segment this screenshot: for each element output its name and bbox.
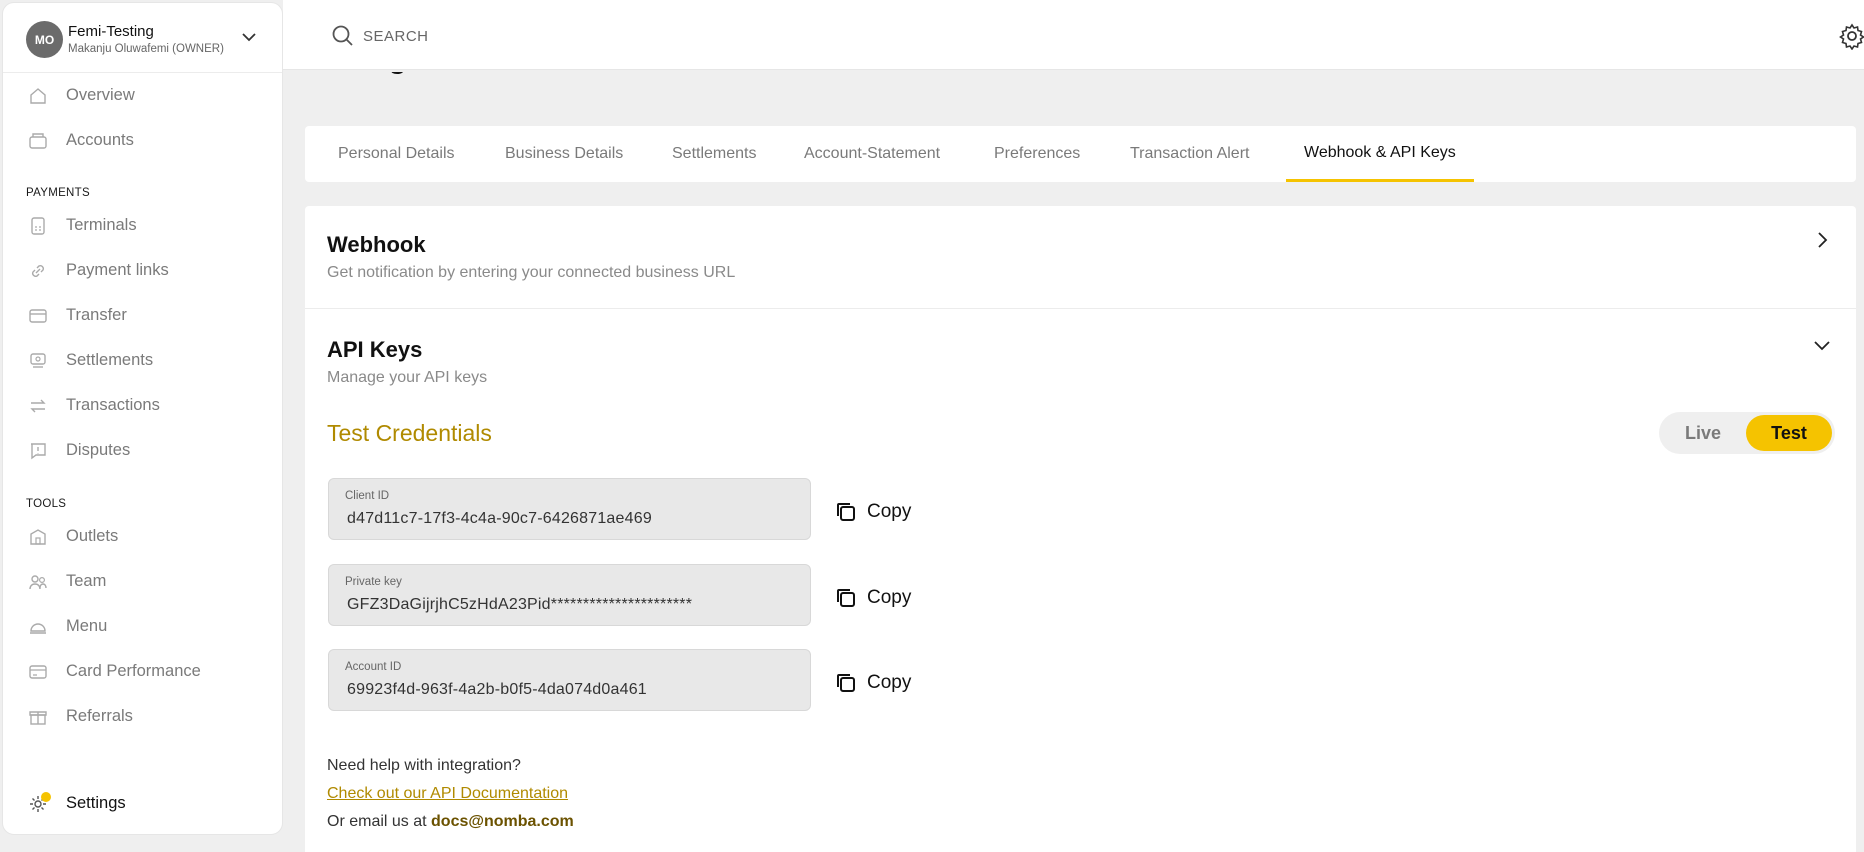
card-icon [29,665,47,679]
sidebar-item-label: Accounts [66,130,134,149]
field-value: GFZ3DaGijrjhC5zHdA23Pid*****************… [347,596,693,613]
sidebar-item-team[interactable]: Team [3,561,282,601]
tab-account-statement[interactable]: Account-Statement [786,126,958,182]
sidebar-item-label: Team [66,571,107,590]
sidebar-item-label: Settings [66,793,126,812]
webhook-title[interactable]: Webhook [327,232,426,258]
client-id-field[interactable]: Client ID d47d11c7-17f3-4c4a-90c7-642687… [328,478,811,540]
transfer-icon [29,309,47,323]
tab-business-details[interactable]: Business Details [487,126,641,182]
sidebar-item-overview[interactable]: Overview [3,75,282,115]
webhook-subtitle: Get notification by entering your connec… [327,264,736,281]
tab-transaction-alert[interactable]: Transaction Alert [1112,126,1267,182]
sidebar-item-accounts[interactable]: Accounts [3,120,282,160]
settings-tabs: Personal Details Business Details Settle… [305,126,1856,182]
team-icon [29,575,47,590]
copy-label: Copy [867,501,912,522]
settings-panel: Webhook Get notification by entering you… [305,206,1856,852]
sidebar-item-label: Disputes [66,440,131,459]
org-switcher[interactable]: MO Femi-Testing Makanju Oluwafemi (OWNER… [3,3,282,73]
sidebar-item-card-performance[interactable]: Card Performance [3,651,282,691]
help-question: Need help with integration? [327,757,521,774]
home-icon [30,88,46,104]
avatar: MO [26,21,63,58]
sidebar-item-transactions[interactable]: Transactions [3,385,282,425]
sidebar-item-label: Settlements [66,350,154,369]
field-label: Private key [345,576,402,588]
api-documentation-link[interactable]: Check out our API Documentation [327,785,568,803]
field-value: d47d11c7-17f3-4c4a-90c7-6426871ae469 [347,510,652,527]
wallet-icon [29,133,47,149]
copy-account-id-button[interactable]: Copy [835,668,911,698]
menu-icon [30,623,46,634]
tab-settlements[interactable]: Settlements [654,126,774,182]
sidebar-item-label: Overview [66,85,135,104]
sidebar-item-disputes[interactable]: Disputes [3,430,282,470]
sidebar-item-settings[interactable]: Settings [3,783,282,823]
field-label: Account ID [345,661,402,673]
tab-preferences[interactable]: Preferences [976,126,1098,182]
sidebar-item-label: Transactions [66,395,160,414]
field-value: 69923f4d-963f-4a2b-b0f5-4da074d0a461 [347,681,647,698]
terminal-icon [31,217,45,235]
copy-icon [837,589,855,607]
payments-heading: PAYMENTS [26,187,90,199]
sidebar-item-label: Terminals [66,215,137,234]
api-keys-title[interactable]: API Keys [327,337,422,363]
tab-personal-details[interactable]: Personal Details [320,126,473,182]
help-email-line: Or email us at docs@nomba.com [327,813,574,831]
copy-label: Copy [867,672,912,693]
sidebar-item-settlements[interactable]: Settlements [3,340,282,380]
sidebar-item-outlets[interactable]: Outlets [3,516,282,556]
email-prefix: Or email us at [327,813,432,830]
top-bar-content [283,0,1864,70]
gift-icon [29,711,47,725]
sidebar-item-menu[interactable]: Menu [3,606,282,646]
divider [305,308,1856,309]
gear-icon[interactable] [1838,22,1864,50]
credentials-title: Test Credentials [327,420,492,446]
copy-label: Copy [867,587,912,608]
notification-dot [41,792,51,802]
chevron-right-icon[interactable] [1810,228,1834,252]
sidebar-item-label: Outlets [66,526,119,545]
sidebar-item-payment-links[interactable]: Payment links [3,250,282,290]
account-id-field[interactable]: Account ID 69923f4d-963f-4a2b-b0f5-4da07… [328,649,811,711]
search-input[interactable] [363,22,763,50]
copy-icon [837,503,855,521]
sidebar-item-referrals[interactable]: Referrals [3,696,282,736]
toggle-test[interactable]: Test [1746,415,1832,451]
tools-heading: TOOLS [26,498,67,510]
chevron-down-icon[interactable] [239,27,259,47]
support-email[interactable]: docs@nomba.com [431,813,574,830]
copy-private-key-button[interactable]: Copy [835,583,911,613]
sidebar-item-label: Payment links [66,260,169,279]
sidebar-item-label: Card Performance [66,661,201,680]
environment-toggle: Live Test [1659,412,1835,454]
private-key-field[interactable]: Private key GFZ3DaGijrjhC5zHdA23Pid*****… [328,564,811,626]
sidebar-item-label: Menu [66,616,108,635]
field-label: Client ID [345,490,390,502]
tab-webhook-api-keys[interactable]: Webhook & API Keys [1286,126,1474,182]
transactions-icon [30,399,46,413]
settlements-icon [30,353,46,368]
copy-client-id-button[interactable]: Copy [835,497,911,527]
search-icon [332,25,353,46]
toggle-live[interactable]: Live [1663,415,1743,451]
org-owner: Makanju Oluwafemi (OWNER) [68,43,224,55]
org-name: Femi-Testing [68,23,154,40]
copy-icon [837,674,855,692]
outlets-icon [30,529,46,545]
sidebar-item-label: Transfer [66,305,127,324]
sidebar: MO Femi-Testing Makanju Oluwafemi (OWNER… [2,2,283,835]
sidebar-item-terminals[interactable]: Terminals [3,205,282,245]
link-icon [32,265,44,277]
sidebar-item-transfer[interactable]: Transfer [3,295,282,335]
disputes-icon [31,443,46,460]
sidebar-item-label: Referrals [66,706,133,725]
chevron-down-icon[interactable] [1810,333,1834,357]
api-keys-subtitle: Manage your API keys [327,369,488,386]
